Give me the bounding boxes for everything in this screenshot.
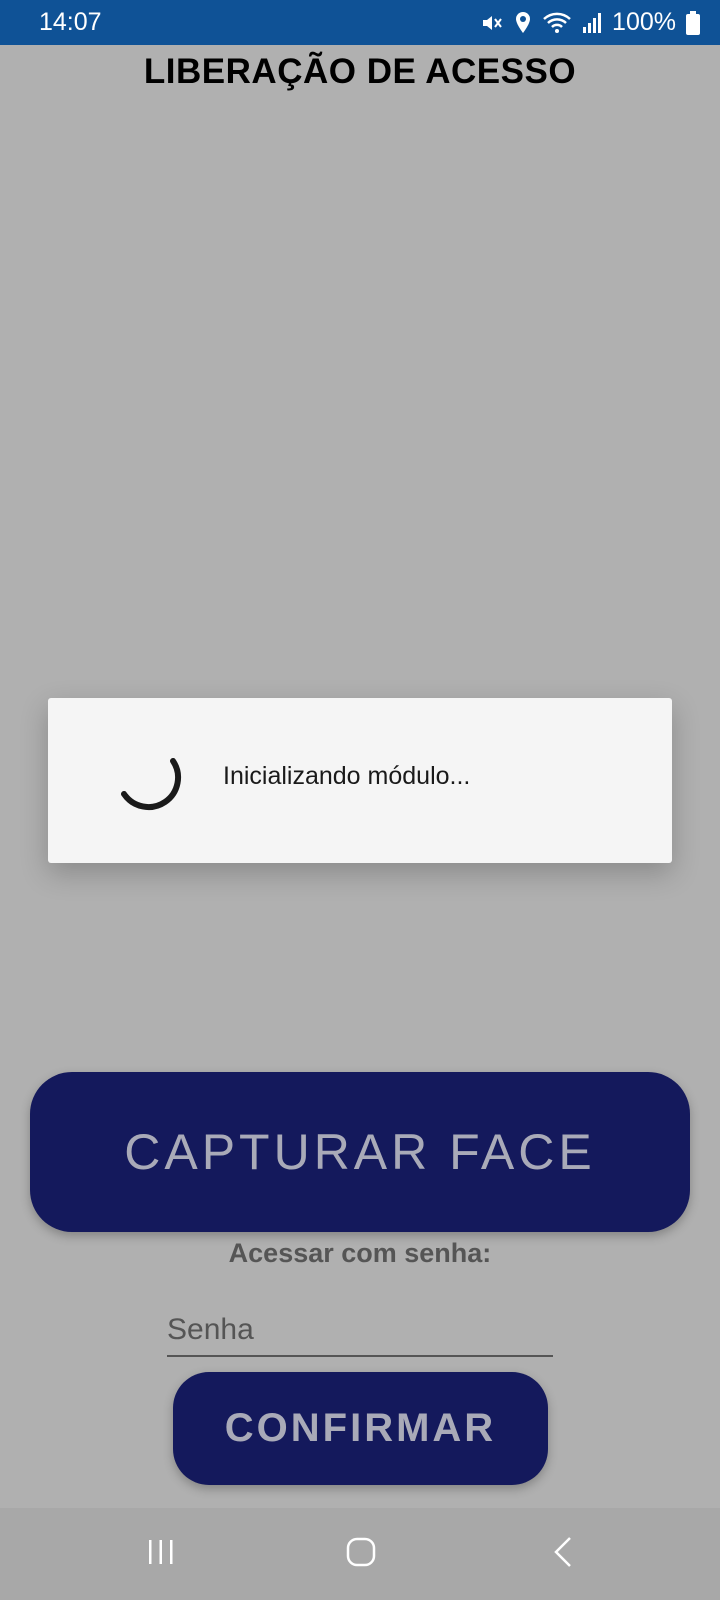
loading-dialog: Inicializando módulo... (48, 698, 672, 863)
home-icon (345, 1536, 377, 1573)
mute-icon (480, 11, 504, 35)
dialog-message: Inicializando módulo... (223, 762, 471, 790)
recent-apps-icon (146, 1538, 176, 1571)
password-prompt-label: Acessar com senha: (228, 1238, 492, 1268)
status-icons: 100% (480, 8, 700, 37)
battery-icon (686, 10, 700, 35)
confirm-button[interactable]: CONFIRMAR (173, 1372, 548, 1485)
back-button[interactable] (533, 1526, 593, 1582)
navigation-bar (0, 1508, 720, 1600)
loading-spinner-icon (118, 746, 188, 816)
signal-icon (582, 12, 602, 34)
home-button[interactable] (331, 1526, 391, 1582)
recent-apps-button[interactable] (131, 1526, 191, 1582)
password-input[interactable] (167, 1305, 553, 1357)
capture-face-button[interactable]: CAPTURAR FACE (30, 1072, 690, 1232)
page-title: LIBERAÇÃO DE ACESSO (143, 52, 577, 91)
battery-percentage: 100% (612, 8, 676, 36)
status-time: 14:07 (39, 8, 102, 36)
back-icon (551, 1535, 575, 1574)
wifi-icon (542, 11, 572, 35)
status-bar: 14:07 100% (0, 0, 720, 45)
location-icon (514, 11, 532, 35)
